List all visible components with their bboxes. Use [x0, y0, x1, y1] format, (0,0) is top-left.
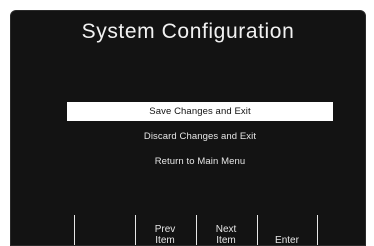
softkey-1[interactable]	[74, 207, 134, 245]
page-title: System Configuration	[81, 20, 295, 43]
config-menu: Save Changes and Exit Discard Changes an…	[67, 102, 333, 177]
softkey-enter-label: Enter	[275, 235, 299, 246]
softkey-enter[interactable]: Enter	[257, 207, 317, 246]
menu-item-save-exit[interactable]: Save Changes and Exit	[67, 102, 333, 121]
menu-item-discard-exit[interactable]: Discard Changes and Exit	[67, 127, 333, 146]
softkey-prev-item-label: Prev Item	[154, 224, 176, 246]
softkey-next-item[interactable]: Next Item	[196, 207, 256, 246]
softkey-divider	[317, 215, 318, 245]
softkey-next-item-label: Next Item	[215, 224, 237, 246]
softkey-bar: Prev Item Next Item Enter	[74, 207, 318, 246]
softkey-prev-item[interactable]: Prev Item	[135, 207, 195, 246]
config-screen: System Configuration Save Changes and Ex…	[10, 10, 366, 246]
menu-item-return-main[interactable]: Return to Main Menu	[67, 152, 333, 171]
